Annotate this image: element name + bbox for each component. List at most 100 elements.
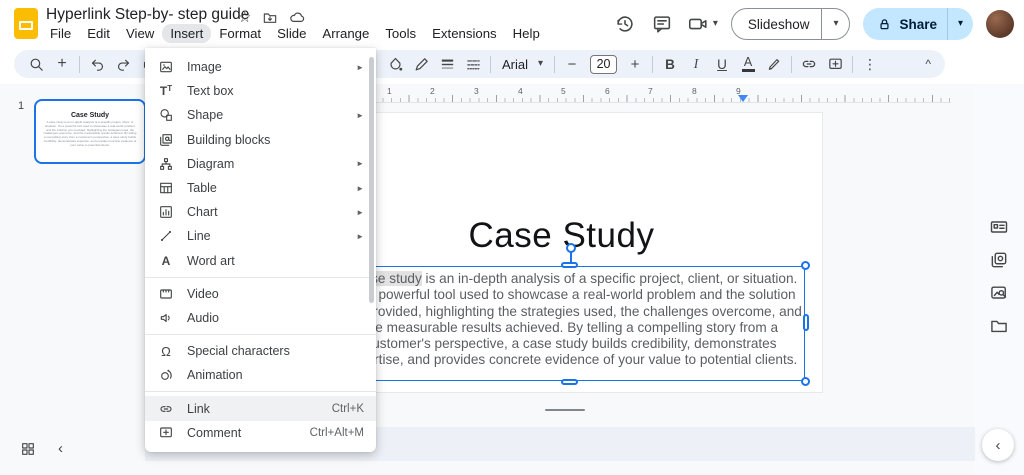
video-icon [157,286,175,302]
join-call-control[interactable]: ▾ [687,13,718,35]
text-box-paragraph[interactable]: A case study is an in-depth analysis of … [338,267,804,369]
grid-view-icon[interactable] [20,441,36,457]
panel-photo-stack-icon[interactable] [989,250,1009,270]
font-family-select[interactable]: Arial ▾ [496,57,549,72]
border-color-button[interactable] [409,52,433,76]
menu-item-comment[interactable]: Comment Ctrl+Alt+M [145,421,376,445]
chevron-down-icon: ▾ [712,18,718,29]
account-avatar[interactable] [986,10,1014,38]
add-comment-button[interactable] [823,52,847,76]
share-options-dropdown[interactable]: ▾ [947,8,973,40]
insert-link-button[interactable] [797,52,821,76]
hide-side-panel-button[interactable]: ‹ [982,429,1014,461]
menu-item-label: Image [187,60,222,75]
document-title[interactable]: Hyperlink Step-by- step guide [46,6,249,24]
menu-slide[interactable]: Slide [269,24,314,43]
shape-icon [157,107,175,123]
zoom-search-button[interactable] [24,52,48,76]
thumbnail-body-text: A case study is an in-depth analysis of … [43,120,137,147]
panel-folder-icon[interactable] [989,316,1009,336]
zoom-in-button[interactable]: + [50,52,74,76]
menu-view[interactable]: View [118,24,162,43]
toolbar-separator [554,55,556,73]
menu-item-special-characters[interactable]: Ω Special characters [145,339,376,363]
menu-item-image[interactable]: Image ► [145,55,376,79]
fill-color-button[interactable] [383,52,407,76]
italic-button[interactable]: I [684,52,708,76]
menu-divider [145,334,376,336]
animation-icon [157,367,175,383]
panel-image-search-icon[interactable] [989,283,1009,303]
collapse-filmstrip-icon[interactable]: ‹ [58,441,63,456]
menu-file[interactable]: File [42,24,79,43]
star-icon[interactable]: ☆ [238,10,251,25]
panel-card-icon[interactable] [989,217,1009,237]
menu-item-animation[interactable]: Animation [145,363,376,387]
menu-item-building-blocks[interactable]: Building blocks [145,128,376,152]
menu-item-text-box[interactable]: TT Text box [145,79,376,103]
menu-insert[interactable]: Insert [162,24,212,43]
menu-item-line[interactable]: Line ► [145,224,376,248]
submenu-arrow-icon: ► [356,183,364,193]
slide-title-text[interactable]: Case Study [301,216,822,256]
rotation-handle[interactable] [566,243,576,253]
resize-handle-top-right[interactable] [801,261,810,270]
menu-edit[interactable]: Edit [79,24,118,43]
undo-button[interactable] [85,52,109,76]
open-comments-icon[interactable] [650,12,674,36]
speaker-notes-divider-handle[interactable] [545,409,585,411]
menu-item-table[interactable]: Table ► [145,176,376,200]
menu-help[interactable]: Help [505,24,548,43]
menu-arrange[interactable]: Arrange [314,24,377,43]
menu-item-chart[interactable]: Chart ► [145,200,376,224]
selected-text-box[interactable]: A case study is an in-depth analysis of … [332,243,810,386]
slideshow-options-dropdown[interactable]: ▾ [821,9,849,39]
menu-scrollbar[interactable] [369,57,374,303]
text-color-swatch [741,68,755,72]
redo-button[interactable] [111,52,135,76]
thumbnail-title: Case Study [70,112,110,119]
menu-item-label: Line [187,229,211,244]
menu-item-label: Special characters [187,344,290,359]
resize-handle-bottom-center[interactable] [561,379,578,385]
decrease-font-size-button[interactable]: − [560,52,584,76]
menu-item-label: Word art [187,253,235,268]
menu-format[interactable]: Format [211,24,269,43]
resize-handle-middle-right[interactable] [803,313,809,331]
slideshow-button[interactable]: Slideshow ▾ [730,8,851,40]
toolbar-separator [791,55,793,73]
resize-handle-bottom-right[interactable] [801,377,810,386]
font-size-input[interactable]: 20 [590,54,618,74]
minus-icon: − [567,55,577,73]
menu-item-shape[interactable]: Shape ► [145,103,376,127]
slides-logo[interactable] [14,8,38,39]
slide-canvas[interactable]: Case Study A case study is an in-depth a… [300,112,823,393]
comment-icon [157,425,175,441]
underline-button[interactable]: U [710,52,734,76]
share-label: Share [899,16,937,32]
table-icon [157,180,175,196]
version-history-icon[interactable] [613,12,637,36]
share-button[interactable]: Share ▾ [863,8,973,40]
slide-number: 1 [18,100,25,112]
hide-menus-button[interactable]: ^ [925,57,931,71]
border-weight-button[interactable] [435,52,459,76]
menu-extensions[interactable]: Extensions [424,24,505,43]
menu-item-link[interactable]: Link Ctrl+K [145,396,376,421]
resize-handle-top-center[interactable] [561,262,578,268]
menu-item-word-art[interactable]: A Word art [145,249,376,273]
ruler-indent-marker[interactable] [738,95,748,102]
border-dash-button[interactable] [461,52,485,76]
menu-item-diagram[interactable]: Diagram ► [145,152,376,176]
menu-item-audio[interactable]: Audio [145,306,376,330]
text-color-button[interactable]: A [736,52,760,76]
menu-item-label: Chart [187,205,218,220]
increase-font-size-button[interactable]: + [623,52,647,76]
slide-thumbnail[interactable]: Case Study A case study is an in-depth a… [34,99,146,164]
menu-item-video[interactable]: Video [145,282,376,306]
bold-button[interactable]: B [658,52,682,76]
menu-tools[interactable]: Tools [377,24,424,43]
menu-item-shortcut: Ctrl+K [331,402,364,415]
more-options-button[interactable]: ⋮ [858,52,882,76]
highlight-color-button[interactable] [762,52,786,76]
